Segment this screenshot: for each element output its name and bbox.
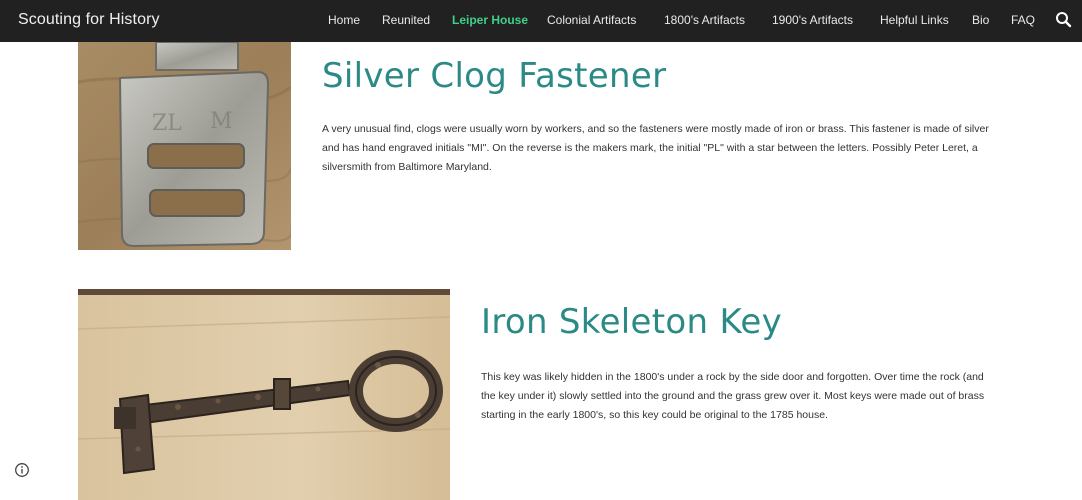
artifact-title: Silver Clog Fastener [322,56,667,96]
silver-clog-fastener-photo: ZL M [78,42,291,250]
nav-item-colonial-artifacts[interactable]: Colonial Artifacts [547,13,636,27]
search-icon[interactable] [1054,10,1074,30]
top-navigation-bar: Scouting for History Home Reunited Leipe… [0,0,1082,42]
nav-item-faq[interactable]: FAQ [1011,13,1035,27]
svg-text:ZL: ZL [152,111,182,136]
nav-item-helpful-links[interactable]: Helpful Links [880,13,949,27]
nav-item-home[interactable]: Home [328,13,360,27]
artifact-description: A very unusual find, clogs were usually … [322,123,989,173]
nav-item-reunited[interactable]: Reunited [382,13,430,27]
iron-skeleton-key-photo [78,289,450,500]
nav-item-1800s-artifacts[interactable]: 1800's Artifacts [664,13,745,27]
artifact-description: This key was likely hidden in the 1800's… [481,371,985,421]
nav-item-1900s-artifacts[interactable]: 1900's Artifacts [772,13,853,27]
svg-text:M: M [210,109,233,134]
info-icon[interactable] [14,462,30,478]
artifact-title: Iron Skeleton Key [481,302,782,342]
nav-item-leiper-house[interactable]: Leiper House [452,13,528,27]
main-nav: Home Reunited Leiper House Colonial Arti… [0,13,1082,31]
nav-item-bio[interactable]: Bio [972,13,989,27]
